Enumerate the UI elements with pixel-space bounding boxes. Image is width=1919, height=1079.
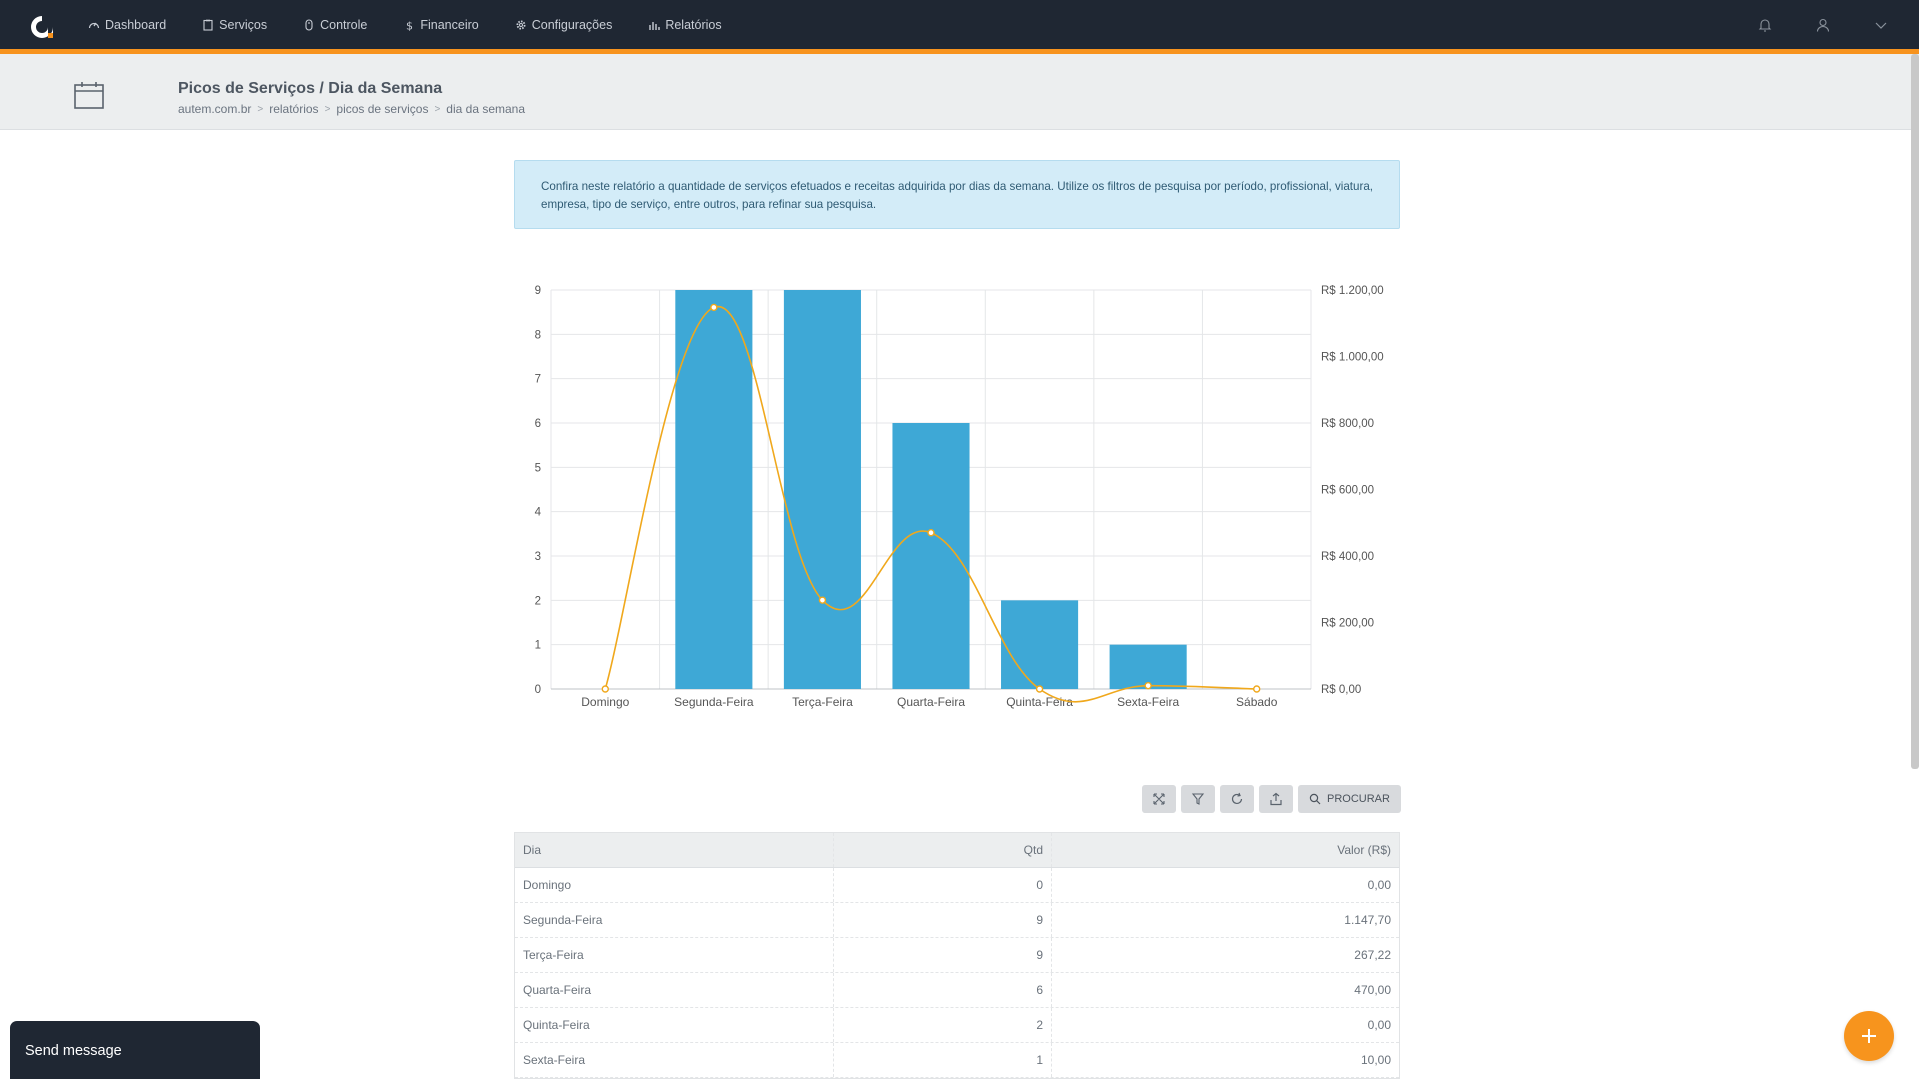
column-header-dia[interactable]: Dia — [515, 833, 834, 867]
cell-valor: 267,22 — [1354, 948, 1391, 962]
x-axis-tick-label: Terça-Feira — [792, 695, 853, 709]
left-axis-tick-label: 5 — [535, 462, 541, 474]
right-axis-tick-label: R$ 800,00 — [1321, 418, 1374, 430]
results-table: Dia Qtd Valor (R$) Domingo 0 0,00 Segund… — [514, 832, 1400, 1079]
cell-qtd: 6 — [834, 973, 1052, 1007]
left-axis-tick-label: 7 — [535, 374, 541, 386]
x-axis-tick-label: Segunda-Feira — [674, 695, 754, 709]
cell-dia: Quarta-Feira — [515, 973, 834, 1007]
bar — [783, 290, 861, 689]
line-point — [710, 303, 718, 312]
cell-qtd: 0 — [834, 868, 1052, 902]
cell-valor: 10,00 — [1360, 1053, 1391, 1067]
cell-dia: Domingo — [515, 868, 834, 902]
cell-valor: 470,00 — [1354, 983, 1391, 997]
cell-dia: Sexta-Feira — [515, 1043, 834, 1077]
table-row[interactable]: Segunda-Feira 9 1.147,70 — [515, 903, 1399, 938]
services-chart: 0 1 2 3 4 5 6 7 8 9 R$ 0,00 R$ 200,00 R$ 400,00 R$ 60… — [535, 285, 1384, 709]
left-axis-tick-label: 8 — [535, 329, 541, 341]
refresh-button[interactable] — [1220, 785, 1254, 813]
cell-qtd: 9 — [834, 903, 1052, 937]
right-axis-tick-label: R$ 1.000,00 — [1321, 352, 1384, 364]
cell-valor: 1.147,70 — [1344, 913, 1391, 927]
left-axis-tick-label: 2 — [535, 595, 541, 607]
cell-dia: Terça-Feira — [515, 938, 834, 972]
filter-icon — [1191, 793, 1205, 805]
search-icon — [1309, 793, 1321, 805]
search-button[interactable]: PROCURAR — [1298, 785, 1401, 813]
cell-qtd: 9 — [834, 938, 1052, 972]
x-axis-tick-label: Quinta-Feira — [1006, 695, 1073, 709]
left-axis-tick-label: 6 — [535, 418, 541, 430]
column-header-qtd[interactable]: Qtd — [834, 833, 1052, 867]
x-axis-tick-label: Sábado — [1236, 695, 1278, 709]
x-axis-tick-label: Domingo — [581, 695, 629, 709]
cell-qtd: 2 — [834, 1008, 1052, 1042]
cell-qtd: 1 — [834, 1043, 1052, 1077]
add-button[interactable] — [1844, 1011, 1894, 1061]
right-axis-tick-label: R$ 600,00 — [1321, 485, 1374, 497]
line-point — [818, 596, 827, 604]
left-axis-tick-label: 3 — [535, 551, 541, 563]
line-point — [1253, 685, 1261, 693]
table-row[interactable]: Quinta-Feira 2 0,00 — [515, 1008, 1399, 1043]
table-toolbar: PROCURAR — [1142, 785, 1401, 813]
x-axis-tick-label: Quarta-Feira — [897, 695, 965, 709]
right-axis-tick-label: R$ 1.200,00 — [1321, 285, 1384, 297]
cell-dia: Segunda-Feira — [515, 903, 834, 937]
export-button[interactable] — [1259, 785, 1293, 813]
expand-icon — [1153, 793, 1165, 805]
table-row[interactable]: Quarta-Feira 6 470,00 — [515, 973, 1399, 1008]
filter-button[interactable] — [1181, 785, 1215, 813]
table-row[interactable]: Domingo 0 0,00 — [515, 868, 1399, 903]
plus-icon — [1862, 1029, 1876, 1043]
line-point — [1144, 681, 1152, 690]
left-axis-tick-label: 4 — [535, 507, 542, 519]
refresh-icon — [1231, 792, 1243, 805]
bar — [1001, 600, 1079, 689]
cell-dia: Quinta-Feira — [515, 1008, 834, 1042]
table-row[interactable]: Terça-Feira 9 267,22 — [515, 938, 1399, 973]
cell-valor: 0,00 — [1367, 1018, 1391, 1032]
upload-icon — [1270, 792, 1282, 806]
right-axis-tick-label: R$ 400,00 — [1321, 551, 1374, 563]
search-button-label: PROCURAR — [1327, 793, 1390, 805]
right-axis-tick-label: R$ 0,00 — [1321, 684, 1361, 696]
column-header-valor[interactable]: Valor (R$) — [1052, 833, 1399, 867]
right-axis-tick-label: R$ 200,00 — [1321, 618, 1374, 630]
send-message-widget[interactable]: Send message — [10, 1021, 260, 1079]
table-header-row: Dia Qtd Valor (R$) — [515, 833, 1399, 868]
cell-valor: 0,00 — [1367, 878, 1391, 892]
table-row[interactable]: Sexta-Feira 1 10,00 — [515, 1043, 1399, 1078]
x-axis-tick-label: Sexta-Feira — [1117, 695, 1179, 709]
expand-button[interactable] — [1142, 785, 1176, 813]
line-point — [927, 529, 935, 537]
left-axis-tick-label: 9 — [535, 285, 541, 297]
line-point — [1035, 685, 1044, 693]
left-axis-tick-label: 1 — [535, 640, 541, 652]
line-point — [601, 685, 609, 693]
left-axis-tick-label: 0 — [535, 684, 541, 696]
